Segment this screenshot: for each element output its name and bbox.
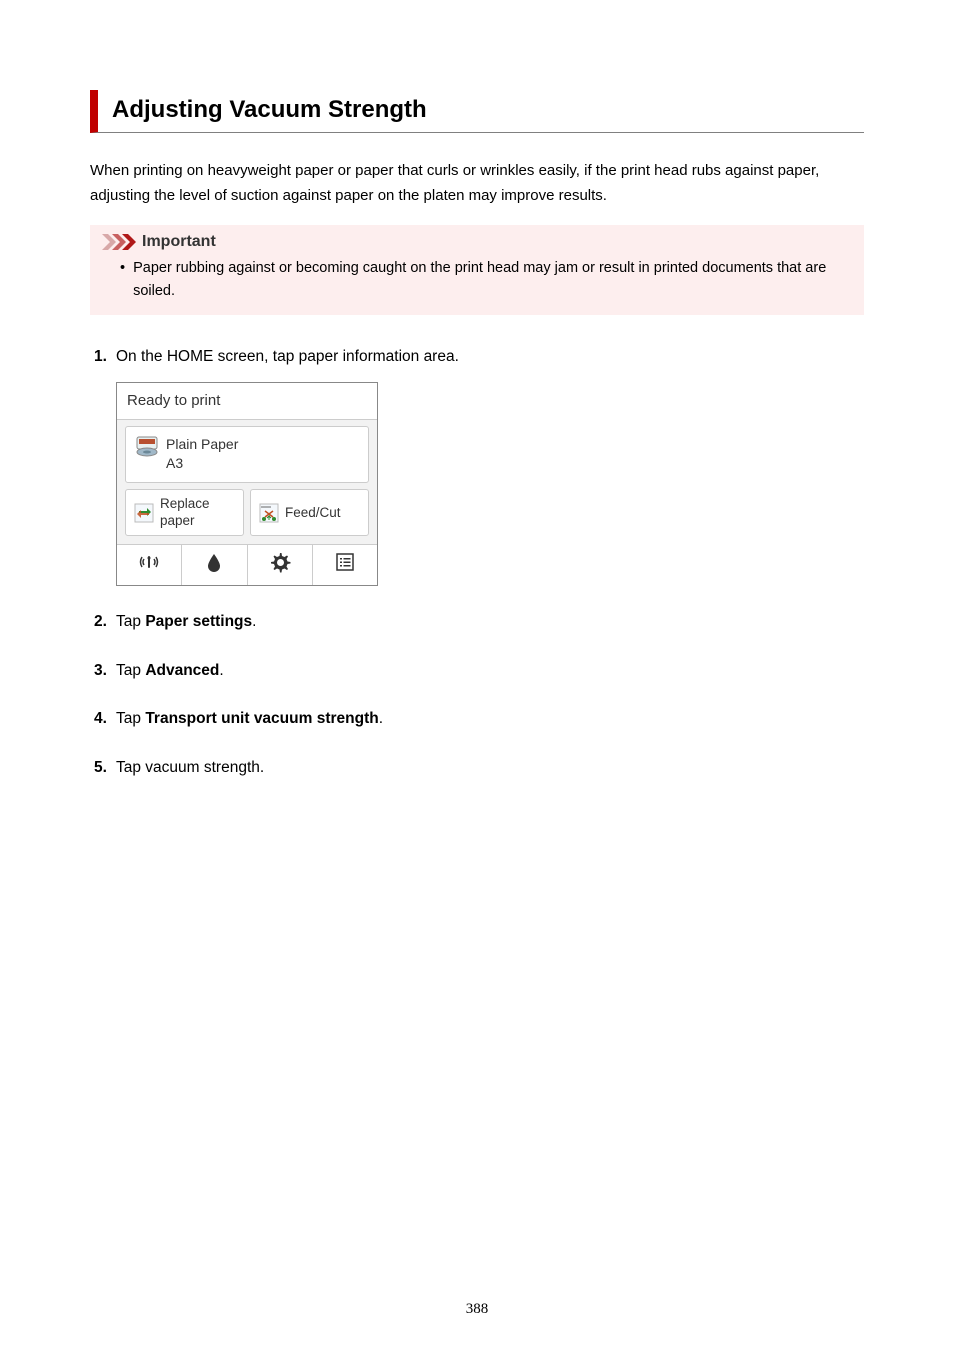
device-bottom-bar: [117, 544, 377, 585]
page-title: Adjusting Vacuum Strength: [112, 96, 864, 124]
intro-paragraph: When printing on heavyweight paper or pa…: [90, 159, 864, 209]
step-1: 1 On the HOME screen, tap paper informat…: [90, 345, 864, 586]
step-text: On the HOME screen, tap paper informatio…: [116, 348, 459, 365]
wireless-icon: [138, 551, 160, 579]
step-body: Tap vacuum strength.: [116, 756, 864, 781]
step-number: 4: [90, 707, 116, 732]
feedcut-label: Feed/Cut: [285, 505, 341, 521]
step-text-pre: Tap: [116, 710, 145, 727]
step-body: Tap Paper settings.: [116, 610, 864, 635]
step-4: 4 Tap Transport unit vacuum strength.: [90, 707, 864, 732]
jobs-button[interactable]: [313, 545, 377, 585]
step-number: 2: [90, 610, 116, 635]
feed-cut-button[interactable]: Feed/Cut: [250, 489, 369, 535]
settings-button[interactable]: [248, 545, 313, 585]
device-status: Ready to print: [117, 383, 377, 420]
replace-paper-button[interactable]: Replace paper: [125, 489, 244, 535]
list-icon: [335, 552, 355, 578]
step-text-bold: Transport unit vacuum strength: [145, 710, 378, 727]
replace-label: Replace paper: [160, 496, 235, 528]
page-number: 388: [90, 1301, 864, 1318]
step-text: Tap vacuum strength.: [116, 759, 264, 776]
step-text-bold: Paper settings: [145, 613, 252, 630]
step-body: On the HOME screen, tap paper informatio…: [116, 345, 864, 586]
bullet-dot-icon: •: [120, 257, 125, 303]
device-buttons-row: Replace paper: [125, 489, 369, 535]
paper-size: A3: [166, 454, 238, 473]
callout-title: Important: [142, 233, 216, 251]
step-number: 5: [90, 756, 116, 781]
device-screen: Ready to print Plain Paper A3: [116, 382, 378, 586]
step-body: Tap Advanced.: [116, 659, 864, 684]
paper-info-text: Plain Paper A3: [166, 435, 238, 473]
steps-list: 1 On the HOME screen, tap paper informat…: [90, 345, 864, 781]
step-number: 1: [90, 345, 116, 586]
step-2: 2 Tap Paper settings.: [90, 610, 864, 635]
step-text-pre: Tap: [116, 613, 145, 630]
paper-type: Plain Paper: [166, 435, 238, 454]
important-callout: Important • Paper rubbing against or bec…: [90, 225, 864, 315]
step-text-bold: Advanced: [145, 662, 219, 679]
replace-icon: [134, 503, 154, 523]
paper-info-area[interactable]: Plain Paper A3: [125, 426, 369, 484]
callout-text: Paper rubbing against or becoming caught…: [133, 257, 852, 303]
roll-paper-icon: [136, 435, 158, 457]
callout-header: Important: [102, 233, 852, 251]
step-body: Tap Transport unit vacuum strength.: [116, 707, 864, 732]
step-text-post: .: [379, 710, 383, 727]
step-number: 3: [90, 659, 116, 684]
step-text-pre: Tap: [116, 662, 145, 679]
page-title-block: Adjusting Vacuum Strength: [90, 90, 864, 133]
step-text-post: .: [252, 613, 256, 630]
wireless-button[interactable]: [117, 545, 182, 585]
gear-icon: [269, 551, 291, 579]
step-5: 5 Tap vacuum strength.: [90, 756, 864, 781]
ink-drop-icon: [205, 552, 223, 578]
step-text-post: .: [219, 662, 223, 679]
callout-body: • Paper rubbing against or becoming caug…: [102, 257, 852, 303]
ink-button[interactable]: [182, 545, 247, 585]
chevron-arrows-icon: [102, 234, 136, 250]
feed-cut-icon: [259, 503, 279, 523]
step-3: 3 Tap Advanced.: [90, 659, 864, 684]
